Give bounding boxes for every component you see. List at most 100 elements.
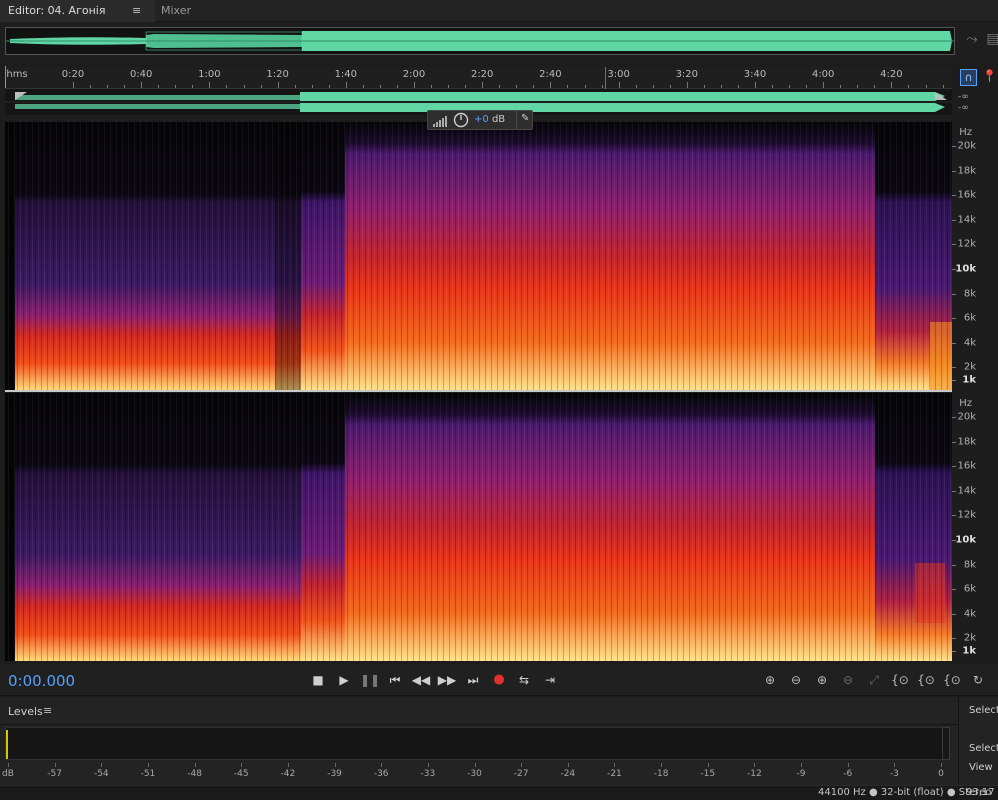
hz-label: 16k [957, 189, 976, 201]
hz-tick [952, 244, 956, 245]
hz-tick [952, 515, 956, 516]
ruler-tick [686, 82, 688, 88]
spectrogram-channel-1[interactable] [5, 122, 952, 390]
ruler-label: 4:20 [880, 69, 903, 80]
tab-mixer[interactable]: Mixer [153, 0, 199, 22]
volume-knob-icon[interactable] [453, 112, 469, 128]
hz-label: 4k [963, 608, 976, 620]
ruler-minor-tick [90, 85, 92, 88]
db-tick [847, 763, 849, 767]
hud-separator [516, 111, 517, 129]
hz-tick [952, 367, 956, 368]
zoom-full-icon[interactable]: ⤢ [863, 670, 885, 690]
ruler-minor-tick [107, 85, 109, 88]
ruler-label: 4:00 [811, 69, 835, 80]
hz-tick [952, 442, 956, 443]
skip-selection-icon[interactable]: ⇥ [540, 670, 560, 690]
zoom-out-amplitude-icon[interactable]: ⊖ [785, 670, 807, 690]
record-icon[interactable]: ● [489, 670, 509, 690]
level-meter [5, 727, 943, 760]
pause-icon[interactable]: ❚❚ [360, 670, 380, 690]
levels-menu-icon[interactable]: ≡ [43, 704, 52, 717]
ruler-minor-tick [567, 85, 569, 88]
db-label: -24 [560, 769, 576, 779]
overview-waveform-svg [6, 28, 954, 54]
hz-tick [952, 466, 956, 467]
ruler-label: 0:40 [129, 69, 153, 80]
tab-mixer-label: Mixer [161, 4, 192, 17]
db-tick [427, 763, 429, 767]
fast-forward-icon[interactable]: ▶▶ [437, 670, 457, 690]
hz-label: 2k [963, 361, 976, 373]
panel-toggle-icon[interactable]: ▤ [984, 31, 998, 51]
current-time[interactable]: 0:00.000 [8, 672, 75, 690]
zoom-in-left-icon[interactable]: {⊙ [889, 670, 911, 690]
ruler-minor-tick [311, 85, 313, 88]
hz-label: 8k [963, 559, 976, 571]
spectrogram-channel-2[interactable] [5, 393, 952, 661]
ruler-minor-tick [584, 85, 586, 88]
zoom-in-point-icon[interactable]: ⤳ [963, 31, 981, 51]
go-to-end-icon[interactable]: ⏭ [463, 670, 483, 690]
playhead-marker[interactable] [5, 66, 6, 88]
db-tick [567, 763, 569, 767]
hud-volume[interactable]: +0 dB ✎ [427, 110, 533, 130]
stop-icon[interactable]: ■ [308, 670, 328, 690]
db-tick [707, 763, 709, 767]
zoom-reset-icon[interactable]: ↻ [967, 670, 989, 690]
db-label: -39 [327, 769, 342, 779]
loop-icon[interactable]: ⇆ [514, 670, 534, 690]
meter-peak [6, 730, 8, 759]
tab-menu-icon[interactable]: ≡ [132, 0, 141, 21]
db-scale: dB -57 -54 -51 -48 -45 -42 -39 -36 -33 -30 -27 -24 -2… [0, 763, 958, 783]
overview-waveform[interactable] [5, 27, 955, 55]
snap-magnet-icon[interactable]: ∩ [960, 69, 977, 86]
hz-title-2: Hz [959, 398, 972, 409]
hz-label: 16k [957, 460, 976, 472]
view-marker [605, 67, 606, 89]
db-label: dB [2, 769, 14, 779]
ruler-label: 2:40 [539, 69, 562, 80]
db-tick [521, 763, 523, 767]
pin-icon[interactable]: 📍 [982, 69, 997, 86]
hud-volume-value[interactable]: +0 dB [474, 114, 505, 125]
ruler-tick [823, 82, 825, 88]
go-to-start-icon[interactable]: ⏮ [385, 670, 405, 690]
ruler-minor-tick [431, 85, 433, 88]
zoom-in-time-icon[interactable]: ⊕ [811, 670, 833, 690]
hz-tick [952, 638, 956, 639]
zoom-out-time-icon[interactable]: ⊖ [837, 670, 859, 690]
ruler-minor-tick [362, 85, 364, 88]
channel-divider [5, 390, 952, 392]
ruler-minor-tick [772, 85, 774, 88]
time-ruler[interactable]: hms 0:20 0:40 1:00 1:20 1:40 2:00 2:20 2:40 3:00… [5, 66, 952, 89]
selection-view-panel: Selection Selection View [958, 697, 998, 785]
zoom-in-amplitude-icon[interactable]: ⊕ [759, 670, 781, 690]
ruler-minor-tick [806, 85, 808, 88]
hz-label: 10k [955, 534, 976, 546]
zoom-in-right-icon[interactable]: {⊙ [915, 670, 937, 690]
rewind-icon[interactable]: ◀◀ [411, 670, 431, 690]
channel-1-level: -∞ [958, 92, 969, 102]
ruler-minor-tick [465, 85, 467, 88]
hz-title-1: Hz [959, 127, 972, 138]
ruler-minor-tick [396, 85, 398, 88]
ruler-label: 1:00 [198, 69, 221, 80]
meter-clip-indicator[interactable] [942, 727, 950, 760]
hz-label: 8k [963, 288, 976, 300]
hz-tick [952, 220, 956, 221]
play-icon[interactable]: ▶ [334, 670, 354, 690]
hz-label: 6k [963, 312, 976, 324]
channel-2-level: -∞ [958, 103, 969, 113]
ruler-minor-tick [243, 85, 245, 88]
ruler-minor-tick [448, 85, 450, 88]
tab-editor[interactable]: Editor: 04. Агонія душі.mp3 ≡ [0, 0, 155, 38]
db-tick [8, 763, 9, 767]
ruler-minor-tick [226, 85, 228, 88]
ruler-minor-tick [720, 85, 722, 88]
ruler-label: 3:00 [607, 69, 630, 80]
hud-value: +0 [474, 114, 489, 125]
ruler-minor-tick [260, 85, 262, 88]
hud-pin-icon[interactable]: ✎ [521, 113, 529, 124]
zoom-to-selection-icon[interactable]: {⊙ [941, 670, 963, 690]
